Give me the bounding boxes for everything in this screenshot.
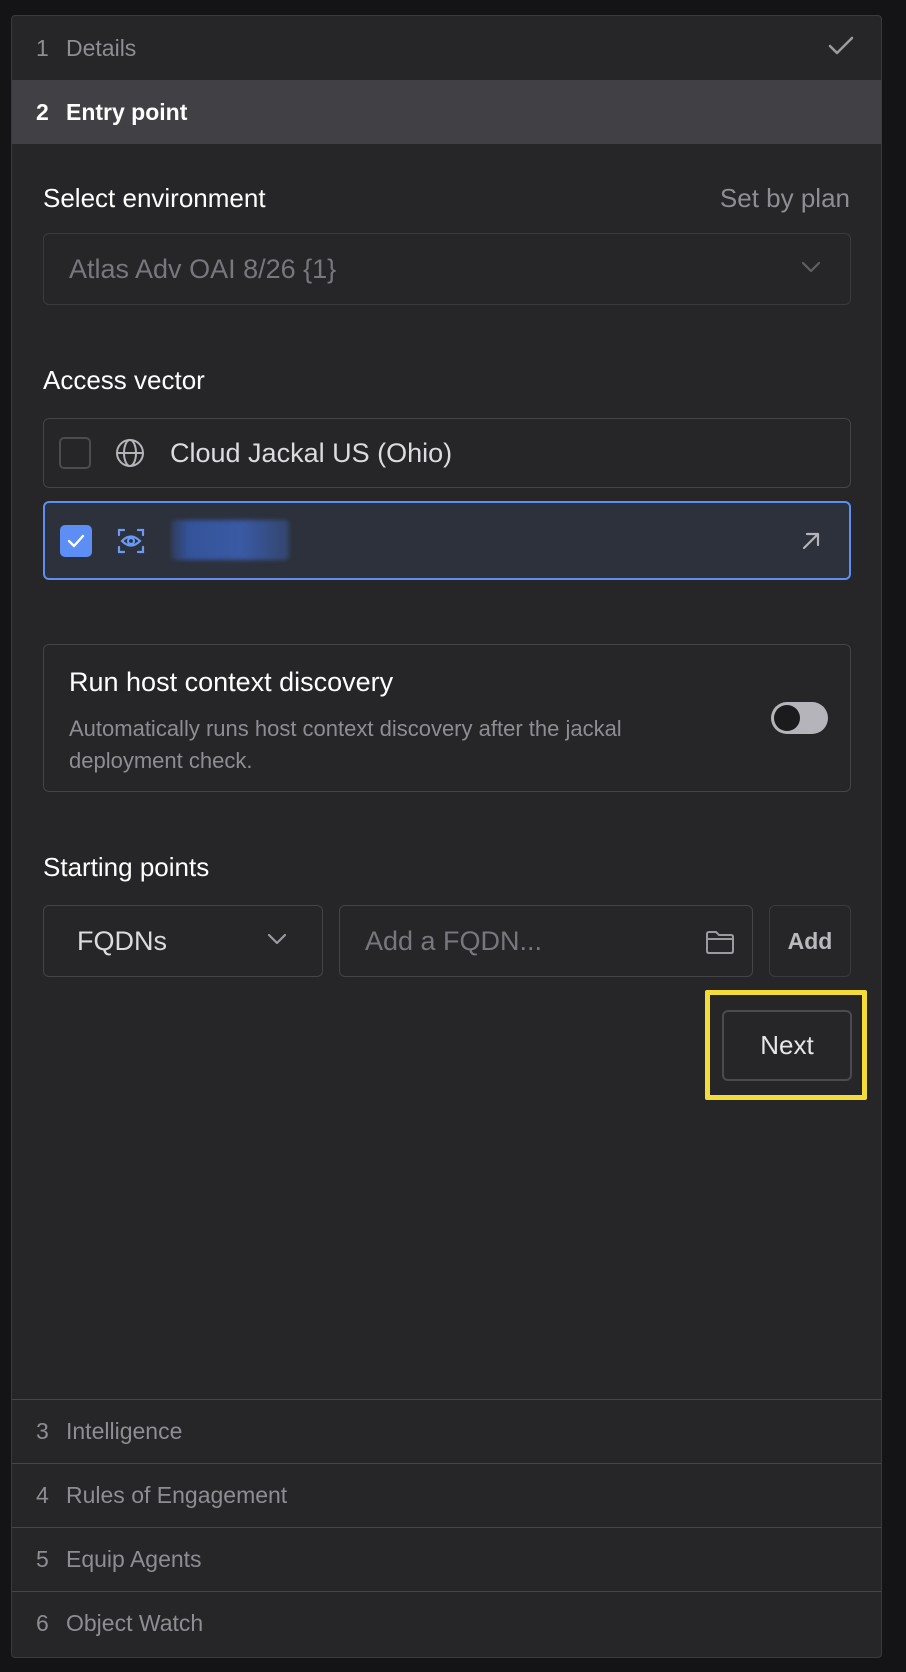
check-icon	[828, 36, 854, 55]
starting-point-type-select[interactable]: FQDNs	[43, 905, 323, 977]
step-number: 4	[36, 1482, 49, 1508]
step-label: Entry point	[66, 98, 188, 125]
check-icon	[67, 534, 85, 547]
step-label: Intelligence	[66, 1418, 183, 1444]
step-object-watch[interactable]: 6 Object Watch	[12, 1591, 881, 1655]
step-label: Object Watch	[66, 1610, 204, 1636]
step-equip-agents[interactable]: 5 Equip Agents	[12, 1527, 881, 1591]
step-number: 3	[36, 1418, 49, 1444]
step-number: 6	[36, 1610, 49, 1636]
environment-select[interactable]: Atlas Adv OAI 8/26 {1}	[43, 233, 851, 305]
globe-icon	[116, 439, 144, 467]
step-rules-of-engagement[interactable]: 4 Rules of Engagement	[12, 1463, 881, 1527]
arrow-up-right-icon[interactable]	[799, 529, 823, 553]
step-details[interactable]: 1 Details	[12, 16, 881, 80]
host-discovery-description: Automatically runs host context discover…	[69, 716, 622, 773]
eye-scan-icon	[117, 528, 145, 553]
chevron-down-icon	[267, 933, 287, 945]
fqdn-placeholder: Add a FQDN...	[365, 925, 543, 956]
chevron-down-icon	[801, 261, 821, 273]
host-discovery-toggle[interactable]	[771, 702, 828, 734]
set-by-plan-hint: Set by plan	[719, 183, 850, 213]
environment-value: Atlas Adv OAI 8/26 {1}	[69, 253, 337, 284]
checkbox-checked[interactable]	[60, 524, 92, 557]
step-number: 1	[36, 34, 49, 61]
folder-icon[interactable]	[704, 928, 736, 956]
access-vector-label: Access vector	[43, 365, 205, 395]
step-number: 5	[36, 1546, 49, 1572]
redacted-label	[171, 520, 289, 560]
access-vector-label: Cloud Jackal US (Ohio)	[170, 437, 453, 468]
step-entry-point[interactable]: 2 Entry point	[12, 80, 881, 144]
access-vector-option-cloud-jackal[interactable]: Cloud Jackal US (Ohio)	[43, 418, 851, 488]
starting-point-type-value: FQDNs	[77, 925, 167, 956]
step-number: 2	[36, 98, 49, 125]
host-discovery-title: Run host context discovery	[69, 667, 394, 697]
step-label: Equip Agents	[66, 1546, 202, 1572]
add-button[interactable]: Add	[769, 905, 851, 977]
host-discovery-card: Run host context discovery Automatically…	[43, 644, 851, 792]
step-intelligence[interactable]: 3 Intelligence	[12, 1399, 881, 1463]
access-vector-option-selected[interactable]	[43, 501, 851, 580]
next-button[interactable]: Next	[722, 1010, 852, 1081]
checkbox[interactable]	[59, 437, 91, 469]
toggle-knob	[774, 705, 800, 731]
starting-points-label: Starting points	[43, 852, 210, 882]
select-environment-label: Select environment	[43, 183, 266, 213]
step-label: Rules of Engagement	[66, 1482, 288, 1508]
fqdn-input[interactable]: Add a FQDN...	[339, 905, 753, 977]
step-label: Details	[66, 34, 137, 61]
wizard-panel: 1 Details 2 Entry point Select environme…	[11, 15, 882, 1658]
